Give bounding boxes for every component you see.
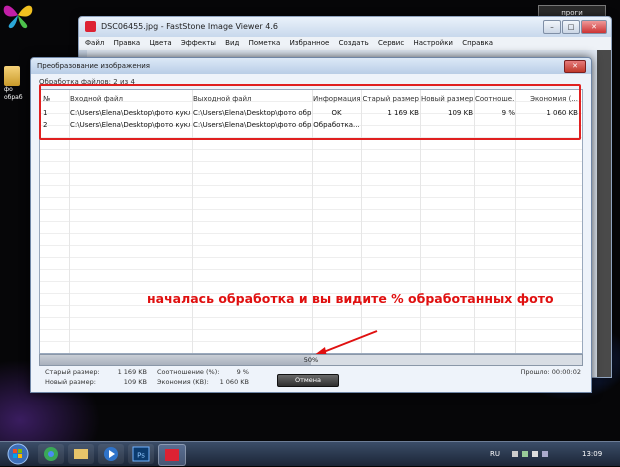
- media-player-icon[interactable]: [98, 444, 124, 464]
- stats-right: Соотношение (%): 9 % Экономия (KB): 1 060 …: [157, 368, 249, 386]
- clock[interactable]: 13:09: [582, 442, 602, 466]
- menu-bar: Файл Правка Цвета Эффекты Вид Пометка Из…: [79, 37, 611, 50]
- progress-label: 50%: [303, 356, 319, 364]
- ratio-value: 9 %: [236, 368, 249, 376]
- folder-icon: [4, 66, 20, 86]
- menu-help[interactable]: Справка: [462, 39, 493, 47]
- butterfly-logo-icon: [3, 5, 33, 29]
- start-button-icon[interactable]: [3, 442, 33, 466]
- minimize-button[interactable]: –: [543, 20, 561, 34]
- highlight-box: [39, 84, 581, 140]
- photoshop-icon[interactable]: Ps: [128, 444, 154, 464]
- ps-label: Ps: [137, 452, 145, 460]
- conversion-dialog: Преобразование изображения ✕ Обработка ф…: [30, 57, 592, 393]
- progress-bar: 50%: [39, 354, 583, 366]
- cancel-button[interactable]: Отмена: [277, 374, 339, 387]
- menu-tag[interactable]: Пометка: [249, 39, 281, 47]
- faststone-app-icon: [85, 21, 96, 32]
- dialog-titlebar[interactable]: Преобразование изображения ✕: [31, 58, 591, 74]
- dialog-title: Преобразование изображения: [37, 62, 150, 70]
- menu-settings[interactable]: Настройки: [413, 39, 453, 47]
- close-button[interactable]: ✕: [581, 20, 607, 34]
- window-controls: – □ ✕: [543, 20, 607, 34]
- annotation-text: началась обработка и вы видите % обработ…: [147, 291, 554, 306]
- menu-create[interactable]: Создать: [339, 39, 369, 47]
- savings-value: 1 060 KB: [219, 378, 249, 386]
- menu-colors[interactable]: Цвета: [149, 39, 171, 47]
- new-size-label: Новый размер:: [45, 378, 96, 386]
- faststone-icon[interactable]: [158, 444, 186, 466]
- stats-left: Старый размер: 1 169 KB Новый размер: 109 …: [45, 368, 147, 386]
- folder-label-line2: обраб: [4, 94, 23, 101]
- menu-favorites[interactable]: Избранное: [290, 39, 330, 47]
- savings-label: Экономия (KB):: [157, 378, 209, 386]
- desktop-folder[interactable]: фо обраб: [4, 66, 23, 101]
- app-right-panel: [597, 50, 611, 377]
- ratio-label: Соотношение (%):: [157, 368, 220, 376]
- dialog-close-button[interactable]: ✕: [564, 60, 586, 73]
- menu-view[interactable]: Вид: [225, 39, 239, 47]
- menu-edit[interactable]: Правка: [114, 39, 141, 47]
- menu-file[interactable]: Файл: [85, 39, 104, 47]
- tray-icons[interactable]: [512, 449, 552, 459]
- language-indicator[interactable]: RU: [490, 442, 500, 466]
- menu-effects[interactable]: Эффекты: [181, 39, 216, 47]
- chrome-icon[interactable]: [38, 444, 64, 464]
- old-size-value: 1 169 KB: [117, 368, 147, 376]
- elapsed-time: Прошло: 00:00:02: [520, 368, 581, 376]
- menu-tools[interactable]: Сервис: [378, 39, 404, 47]
- new-size-value: 109 KB: [123, 378, 147, 386]
- old-size-label: Старый размер:: [45, 368, 100, 376]
- app-title: DSC06455.jpg - FastStone Image Viewer 4.…: [101, 22, 278, 31]
- taskbar: Ps RU 13:09: [0, 441, 620, 466]
- folder-label-line1: фо: [4, 86, 13, 93]
- explorer-icon[interactable]: [68, 444, 94, 464]
- app-titlebar[interactable]: DSC06455.jpg - FastStone Image Viewer 4.…: [79, 17, 611, 37]
- maximize-button[interactable]: □: [562, 20, 580, 34]
